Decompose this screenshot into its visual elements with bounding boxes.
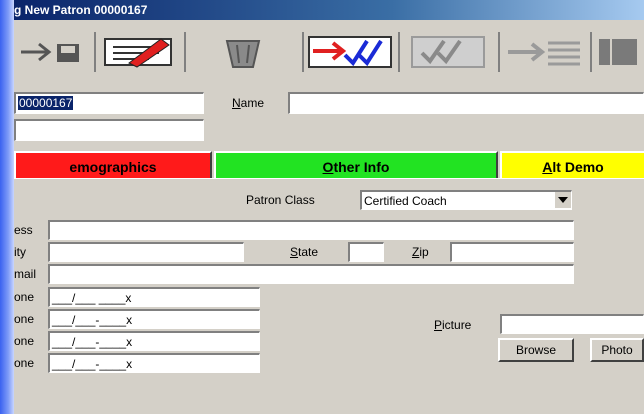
name-label: Name — [232, 96, 265, 110]
new-patron-window: g New Patron 00000167 00000167 Name emog… — [14, 0, 644, 414]
secondary-id-field[interactable] — [14, 119, 204, 141]
state-label: State — [290, 245, 319, 259]
city-field[interactable] — [48, 242, 244, 262]
phone-field-2[interactable]: ___/___-____x — [48, 309, 260, 329]
tab-alt-demo-label: Alt Demo — [542, 159, 604, 175]
email-field[interactable] — [48, 264, 574, 284]
desktop-background — [0, 0, 14, 414]
phone-field-4[interactable]: ___/___-____x — [48, 353, 260, 373]
phone-field-1[interactable]: ___/___ ____x — [48, 287, 260, 307]
trash-icon — [223, 35, 263, 69]
phone-label-4: one — [14, 356, 35, 370]
patron-class-select[interactable]: Certified Coach — [360, 190, 572, 210]
address-label: ess — [14, 223, 33, 237]
window-title: g New Patron 00000167 — [14, 3, 148, 17]
chevron-down-icon[interactable] — [554, 192, 571, 208]
list-arrow-icon — [504, 35, 584, 69]
zip-label: Zip — [412, 245, 429, 259]
checkmarks-gray-icon — [408, 35, 488, 69]
phone-field-3[interactable]: ___/___-____x — [48, 331, 260, 351]
tab-other-info-label: Other Info — [322, 159, 390, 175]
toolbar — [14, 22, 644, 82]
tab-other-info[interactable]: Other Info — [214, 151, 498, 179]
tab-panel-border — [14, 178, 644, 179]
name-field[interactable] — [288, 92, 644, 114]
edit-pencil-icon — [99, 35, 179, 69]
grid-icon — [595, 35, 639, 69]
patron-class-label: Patron Class — [246, 193, 315, 207]
email-label: mail — [14, 267, 37, 281]
tab-demographics[interactable]: emographics — [14, 151, 212, 179]
edit-button[interactable] — [94, 32, 186, 72]
phone-label-2: one — [14, 312, 35, 326]
verify-button[interactable] — [302, 32, 400, 72]
picture-label: Picture — [434, 318, 472, 332]
picture-path-field[interactable] — [500, 314, 644, 334]
zip-field[interactable] — [450, 242, 574, 262]
transfer-button[interactable] — [498, 32, 592, 72]
delete-button[interactable] — [184, 32, 304, 72]
city-label: ity — [14, 245, 26, 259]
photo-button[interactable]: Photo — [590, 338, 644, 362]
save-button[interactable] — [14, 32, 96, 72]
checkmarks-red-arrow-icon — [307, 35, 393, 69]
save-arrow-icon — [19, 38, 89, 66]
state-field[interactable] — [348, 242, 384, 262]
browse-button[interactable]: Browse — [498, 338, 574, 362]
patron-barcode-field[interactable]: 00000167 — [14, 92, 204, 114]
tab-alt-demo[interactable]: Alt Demo — [500, 151, 644, 179]
address-field[interactable] — [48, 220, 574, 240]
window-title-bar[interactable]: g New Patron 00000167 — [14, 0, 644, 20]
phone-label-1: one — [14, 290, 35, 304]
phone-label-3: one — [14, 334, 35, 348]
grid-button[interactable] — [590, 32, 644, 72]
approve-button[interactable] — [398, 32, 500, 72]
